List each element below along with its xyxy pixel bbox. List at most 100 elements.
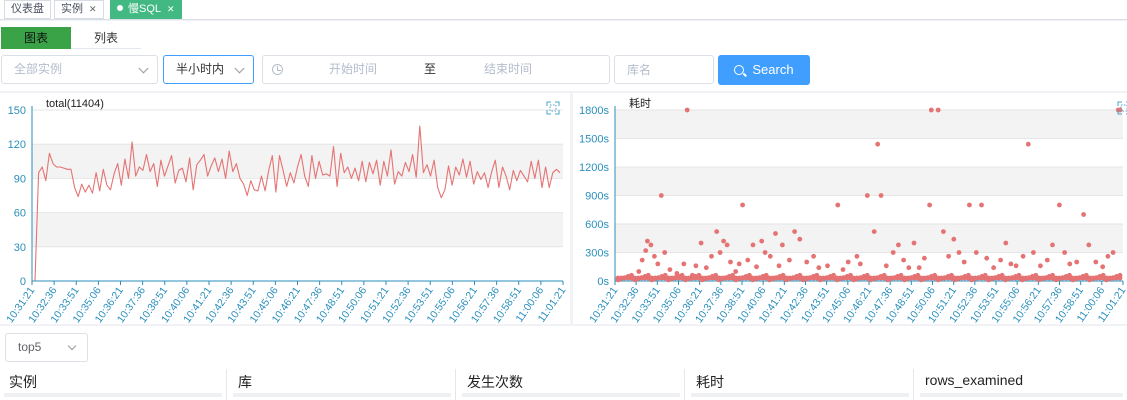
date-range-picker[interactable]: 开始时间 至 结束时间 [262, 55, 610, 84]
latency-point [840, 267, 846, 272]
chart-view-button[interactable]: 图表 [1, 27, 71, 49]
latency-point [871, 229, 877, 235]
y-tick-label: 120 [8, 139, 26, 151]
latency-point [991, 265, 996, 271]
latency-point [1110, 250, 1116, 255]
latency-point [835, 202, 841, 208]
time-range-value: 半小时内 [176, 62, 225, 76]
latency-point [776, 263, 782, 269]
latency-point [946, 253, 951, 259]
column-placeholder-bar [920, 393, 1123, 397]
latency-point [1013, 263, 1019, 269]
latency-point [973, 250, 979, 255]
instance-select-placeholder: 全部实例 [14, 62, 63, 76]
latency-point [890, 250, 896, 255]
grid-band [32, 144, 563, 179]
y-tick-label: 600s [585, 219, 609, 231]
latency-point [1008, 261, 1014, 267]
latency-point [1100, 264, 1106, 270]
latency-point [740, 202, 745, 208]
active-dot-icon [117, 5, 123, 11]
start-time-input[interactable]: 开始时间 [329, 56, 389, 83]
tab-instance[interactable]: 实例 ✕ [54, 0, 104, 19]
time-range-select[interactable]: 半小时内 [163, 55, 254, 84]
column-header-instance: 实例 [0, 369, 227, 400]
latency-point [681, 261, 687, 267]
latency-point [864, 193, 870, 198]
column-header-duration: 耗时 [687, 369, 914, 400]
y-tick-label: 0s [597, 276, 609, 288]
latency-point [698, 240, 704, 246]
latency-point [816, 265, 822, 271]
latency-point [967, 202, 972, 208]
tab-label: 慢SQL [128, 3, 162, 15]
latency-point [878, 193, 884, 198]
latency-point [1038, 263, 1043, 269]
column-placeholder-bar [691, 393, 909, 397]
latency-point [1093, 259, 1099, 265]
latency-point [1081, 212, 1086, 217]
latency-point [935, 107, 941, 113]
grid-band [615, 167, 1123, 196]
zoom-icon[interactable] [546, 101, 560, 115]
clock-icon [272, 64, 283, 75]
latency-point [1020, 253, 1026, 259]
latency-point [655, 261, 661, 267]
latency-point [709, 253, 714, 259]
close-icon[interactable]: ✕ [167, 4, 175, 14]
latency-point [648, 242, 654, 248]
latency-chart-panel: 0s 300s 600s 900s 1200s 1500s 1800s 10:31:21 10:… [573, 93, 1127, 324]
latency-point [928, 107, 934, 113]
latency-point [1074, 259, 1080, 265]
latency-point [714, 229, 720, 235]
latency-point [658, 193, 664, 198]
latency-point [906, 265, 912, 271]
tab-label: 实例 [61, 3, 83, 15]
y-tick-label: 150 [8, 105, 26, 117]
latency-point [998, 257, 1003, 263]
latency-point [927, 202, 932, 208]
latency-point [845, 259, 851, 265]
top-n-select[interactable]: top5 [5, 333, 88, 362]
end-time-input[interactable]: 结束时间 [484, 56, 544, 83]
column-header-db: 库 [229, 369, 456, 400]
latency-point [1057, 202, 1062, 208]
latency-scatter-chart: 0s300s600s900s1200s1500s1800s10:31:2110:… [579, 97, 1127, 324]
instance-select[interactable]: 全部实例 [1, 55, 158, 84]
top-n-value: top5 [18, 340, 42, 354]
latency-point [883, 263, 889, 269]
latency-point [916, 265, 922, 271]
latency-point [961, 259, 967, 265]
latency-point [951, 236, 957, 242]
latency-point [854, 253, 860, 259]
list-view-button[interactable]: 列表 [71, 27, 141, 49]
column-header-label: 库 [238, 374, 252, 390]
close-icon[interactable]: ✕ [89, 4, 97, 14]
grid-band [615, 224, 1123, 253]
y-tick-label: 900s [585, 191, 609, 203]
latency-point [1067, 261, 1073, 267]
chart-title: 耗时 [629, 97, 651, 110]
latency-point [717, 250, 723, 255]
latency-point [825, 263, 830, 269]
latency-point [754, 264, 759, 270]
tab-dashboard[interactable]: 仪表盘 [4, 0, 51, 19]
column-header-label: 实例 [9, 374, 37, 390]
latency-point [1062, 250, 1067, 255]
latency-point [792, 229, 797, 235]
latency-point [639, 257, 645, 263]
y-tick-label: 300s [585, 248, 609, 260]
search-button[interactable]: Search [718, 55, 810, 85]
tab-slow-sql[interactable]: 慢SQL ✕ [110, 0, 182, 19]
latency-point [773, 231, 778, 236]
column-header-count: 发生次数 [458, 369, 685, 400]
latency-point [1105, 253, 1111, 259]
latency-point [911, 240, 917, 246]
latency-point [721, 238, 726, 244]
latency-point [693, 263, 699, 269]
latency-point [684, 107, 690, 113]
db-name-input[interactable] [614, 55, 714, 84]
column-placeholder-bar [4, 393, 222, 397]
latency-point [804, 259, 810, 265]
latency-point [922, 255, 927, 261]
